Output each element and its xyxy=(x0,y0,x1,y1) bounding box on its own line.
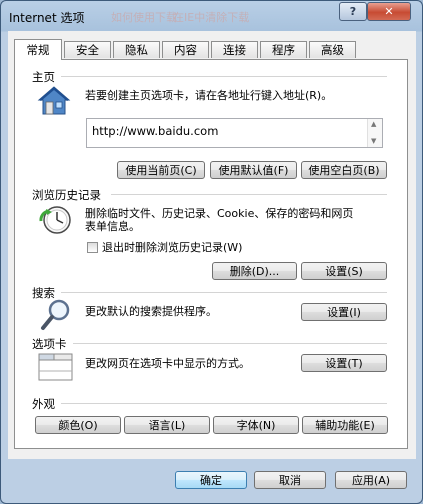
search-description: 更改默认的搜索提供程序。 xyxy=(85,305,217,318)
accessibility-button[interactable]: 辅助功能(E) xyxy=(302,416,388,434)
tab-programs[interactable]: 程序 xyxy=(260,41,307,58)
fonts-button[interactable]: 字体(N) xyxy=(213,416,299,434)
section-divider xyxy=(61,76,387,77)
window-title: Internet 选项 xyxy=(9,11,85,25)
tab-privacy[interactable]: 隐私 xyxy=(113,41,160,58)
home-section-label: 主页 xyxy=(32,70,55,84)
background-window-title: 在IE中清除下载 xyxy=(173,11,250,24)
colors-button[interactable]: 颜色(O) xyxy=(35,416,121,434)
history-section-label: 浏览历史记录 xyxy=(32,188,101,202)
tabs-settings-button[interactable]: 设置(T) xyxy=(301,354,387,372)
history-settings-button[interactable]: 设置(S) xyxy=(301,262,387,280)
url-scrollbar[interactable]: ▲ ▼ xyxy=(367,119,382,147)
apply-button[interactable]: 应用(A) xyxy=(335,471,407,489)
internet-options-window: Internet 选项 如何使用下载 在IE中清除下载 ? ✕ 常规 安全 隐私… xyxy=(0,0,423,504)
home-page-url-value: http://www.baidu.com xyxy=(92,124,219,138)
home-page-url-input[interactable]: http://www.baidu.com ▲ ▼ xyxy=(86,118,383,148)
search-magnifier-icon xyxy=(41,299,70,330)
cancel-button[interactable]: 取消 xyxy=(254,471,326,489)
use-current-button[interactable]: 使用当前页(C) xyxy=(117,161,205,179)
use-blank-button[interactable]: 使用空白页(B) xyxy=(301,161,387,179)
close-icon: ✕ xyxy=(384,5,394,18)
section-divider xyxy=(111,194,387,195)
history-description-line-2: 表单信息。 xyxy=(85,220,140,233)
history-clock-icon xyxy=(39,206,71,234)
title-bar[interactable]: Internet 选项 如何使用下载 在IE中清除下载 ? ✕ xyxy=(1,1,422,31)
help-button[interactable]: ? xyxy=(339,2,367,21)
help-icon: ? xyxy=(349,5,357,18)
languages-button[interactable]: 语言(L) xyxy=(124,416,210,434)
scroll-up-icon[interactable]: ▲ xyxy=(371,120,376,128)
search-settings-button[interactable]: 设置(I) xyxy=(301,303,387,321)
delete-on-exit-checkbox[interactable] xyxy=(87,242,98,253)
section-divider xyxy=(73,343,387,344)
section-divider xyxy=(61,292,387,293)
close-button[interactable]: ✕ xyxy=(367,2,411,21)
use-default-button[interactable]: 使用默认值(F) xyxy=(210,161,297,179)
tab-security[interactable]: 安全 xyxy=(64,41,111,58)
tabs-description: 更改网页在选项卡中显示的方式。 xyxy=(85,357,250,370)
home-description: 若要创建主页选项卡，请在各地址行键入地址(R)。 xyxy=(85,89,333,102)
tab-connections[interactable]: 连接 xyxy=(211,41,258,58)
tab-advanced[interactable]: 高级 xyxy=(309,41,356,58)
home-icon xyxy=(37,86,71,115)
delete-on-exit-label[interactable]: 退出时删除浏览历史记录(W) xyxy=(102,241,242,254)
background-window-title: 如何使用下载 xyxy=(111,11,177,24)
ok-button[interactable]: 确定 xyxy=(175,471,247,489)
history-description-line-1: 删除临时文件、历史记录、Cookie、保存的密码和网页 xyxy=(85,207,354,220)
tabbed-browsing-icon xyxy=(38,353,73,381)
appearance-section-label: 外观 xyxy=(32,397,55,411)
delete-history-button[interactable]: 删除(D)... xyxy=(212,262,297,280)
scroll-down-icon[interactable]: ▼ xyxy=(371,137,376,145)
tab-general[interactable]: 常规 xyxy=(14,39,62,60)
tab-content[interactable]: 内容 xyxy=(162,41,209,58)
section-divider xyxy=(61,403,387,404)
